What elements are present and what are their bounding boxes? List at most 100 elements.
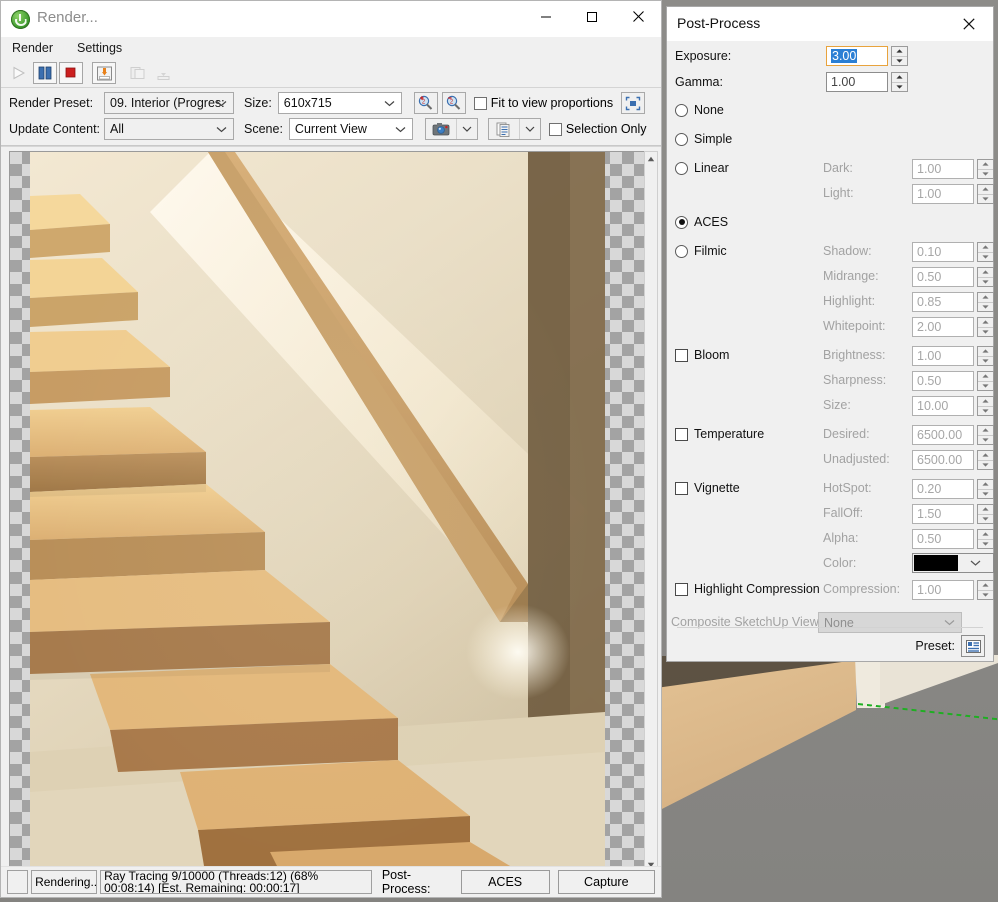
render-image-vertical-scrollbar[interactable] xyxy=(644,151,658,873)
stepper-down-icon[interactable] xyxy=(978,253,993,262)
stop-render-button[interactable] xyxy=(59,62,83,84)
midrange-stepper[interactable] xyxy=(977,267,994,287)
desired-stepper[interactable] xyxy=(977,425,994,445)
alpha-stepper[interactable] xyxy=(977,529,994,549)
render-preset-select[interactable]: 09. Interior (Progres: xyxy=(104,92,234,114)
desired-input[interactable]: 6500.00 xyxy=(912,425,974,445)
scroll-up-icon[interactable] xyxy=(645,152,657,166)
whitepoint-input[interactable]: 2.00 xyxy=(912,317,974,337)
render-titlebar[interactable]: Render... xyxy=(1,1,661,37)
hotspot-input[interactable]: 0.20 xyxy=(912,479,974,499)
stepper-down-icon[interactable] xyxy=(978,303,993,312)
highlight-stepper[interactable] xyxy=(977,292,994,312)
brightness-input[interactable]: 1.00 xyxy=(912,346,974,366)
light-stepper[interactable] xyxy=(977,184,994,204)
exposure-input[interactable]: 3.00 xyxy=(826,46,888,66)
stepper-up-icon[interactable] xyxy=(978,318,993,328)
post-process-mode-button[interactable]: ACES xyxy=(460,870,550,894)
stepper-down-icon[interactable] xyxy=(978,407,993,416)
stepper-down-icon[interactable] xyxy=(978,540,993,549)
render-image-area[interactable] xyxy=(1,146,661,878)
stepper-up-icon[interactable] xyxy=(978,185,993,195)
unadjusted-input[interactable]: 6500.00 xyxy=(912,450,974,470)
compression-stepper[interactable] xyxy=(977,580,994,600)
size-select[interactable]: 610x715 xyxy=(277,92,402,114)
unadjusted-stepper[interactable] xyxy=(977,450,994,470)
chevron-down-icon[interactable] xyxy=(455,119,477,139)
brightness-stepper[interactable] xyxy=(977,346,994,366)
stepper-down-icon[interactable] xyxy=(978,382,993,391)
exposure-stepper[interactable] xyxy=(891,46,908,66)
selection-only-checkbox[interactable]: Selection Only xyxy=(548,122,647,136)
start-render-button[interactable] xyxy=(7,62,31,84)
bloom-checkbox[interactable]: Bloom xyxy=(675,348,729,362)
stepper-up-icon[interactable] xyxy=(978,372,993,382)
camera-split-button[interactable] xyxy=(424,118,478,140)
fit-to-view-proportions-checkbox[interactable]: Fit to view proportions xyxy=(473,96,613,110)
stepper-up-icon[interactable] xyxy=(978,268,993,278)
stepper-down-icon[interactable] xyxy=(978,515,993,524)
highlight-input[interactable]: 0.85 xyxy=(912,292,974,312)
chevron-down-icon[interactable] xyxy=(518,119,540,139)
close-icon[interactable] xyxy=(951,13,987,35)
tonemap-option-simple[interactable]: Simple xyxy=(675,132,732,146)
alpha-input[interactable]: 0.50 xyxy=(912,529,974,549)
light-input[interactable]: 1.00 xyxy=(912,184,974,204)
close-icon[interactable] xyxy=(615,1,661,32)
stepper-down-icon[interactable] xyxy=(978,490,993,499)
color-swatch-select[interactable] xyxy=(912,553,994,573)
sharpness-stepper[interactable] xyxy=(977,371,994,391)
midrange-input[interactable]: 0.50 xyxy=(912,267,974,287)
tonemap-option-aces[interactable]: ACES xyxy=(675,215,728,229)
stepper-down-icon[interactable] xyxy=(978,461,993,470)
fit-region-icon[interactable] xyxy=(621,92,646,114)
whitepoint-stepper[interactable] xyxy=(977,317,994,337)
save-image-button[interactable] xyxy=(92,62,116,84)
menu-item-settings[interactable]: Settings xyxy=(74,40,125,56)
maximize-icon[interactable] xyxy=(569,1,615,32)
tonemap-option-none[interactable]: None xyxy=(675,103,724,117)
highlight-compression-checkbox[interactable]: Highlight Compression xyxy=(675,582,820,596)
stepper-up-icon[interactable] xyxy=(978,581,993,591)
gamma-stepper[interactable] xyxy=(891,72,908,92)
stepper-up-icon[interactable] xyxy=(978,347,993,357)
vignette-checkbox[interactable]: Vignette xyxy=(675,481,740,495)
stepper-down-icon[interactable] xyxy=(978,357,993,366)
layers-split-button[interactable] xyxy=(487,118,541,140)
stepper-up-icon[interactable] xyxy=(978,530,993,540)
hotspot-stepper[interactable] xyxy=(977,479,994,499)
stepper-down-icon[interactable] xyxy=(892,57,907,66)
stepper-down-icon[interactable] xyxy=(892,83,907,92)
dark-stepper[interactable] xyxy=(977,159,994,179)
merge-down-icon[interactable] xyxy=(151,62,175,84)
stepper-up-icon[interactable] xyxy=(978,426,993,436)
scene-select[interactable]: Current View xyxy=(288,118,413,140)
capture-button[interactable]: Capture xyxy=(557,870,655,894)
stepper-up-icon[interactable] xyxy=(978,160,993,170)
bloom-size-input[interactable]: 10.00 xyxy=(912,396,974,416)
gamma-input[interactable]: 1.00 xyxy=(826,72,888,92)
stepper-up-icon[interactable] xyxy=(892,47,907,57)
stepper-up-icon[interactable] xyxy=(978,505,993,515)
shadow-input[interactable]: 0.10 xyxy=(912,242,974,262)
temperature-checkbox[interactable]: Temperature xyxy=(675,427,764,441)
preset-list-icon[interactable] xyxy=(961,635,985,657)
stepper-down-icon[interactable] xyxy=(978,328,993,337)
shadow-stepper[interactable] xyxy=(977,242,994,262)
composite-sketchup-view-select[interactable]: None xyxy=(818,612,962,633)
compression-input[interactable]: 1.00 xyxy=(912,580,974,600)
update-content-select[interactable]: All xyxy=(104,118,234,140)
bloom-size-stepper[interactable] xyxy=(977,396,994,416)
falloff-stepper[interactable] xyxy=(977,504,994,524)
zoom-out-magnifier-icon[interactable]: 2 xyxy=(441,92,466,114)
sharpness-input[interactable]: 0.50 xyxy=(912,371,974,391)
stepper-down-icon[interactable] xyxy=(978,436,993,445)
tonemap-option-filmic[interactable]: Filmic xyxy=(675,244,727,258)
chevron-down-icon[interactable] xyxy=(958,560,993,566)
stepper-up-icon[interactable] xyxy=(978,451,993,461)
stepper-up-icon[interactable] xyxy=(978,480,993,490)
falloff-input[interactable]: 1.50 xyxy=(912,504,974,524)
stepper-down-icon[interactable] xyxy=(978,278,993,287)
minimize-icon[interactable] xyxy=(523,1,569,32)
stepper-up-icon[interactable] xyxy=(978,243,993,253)
